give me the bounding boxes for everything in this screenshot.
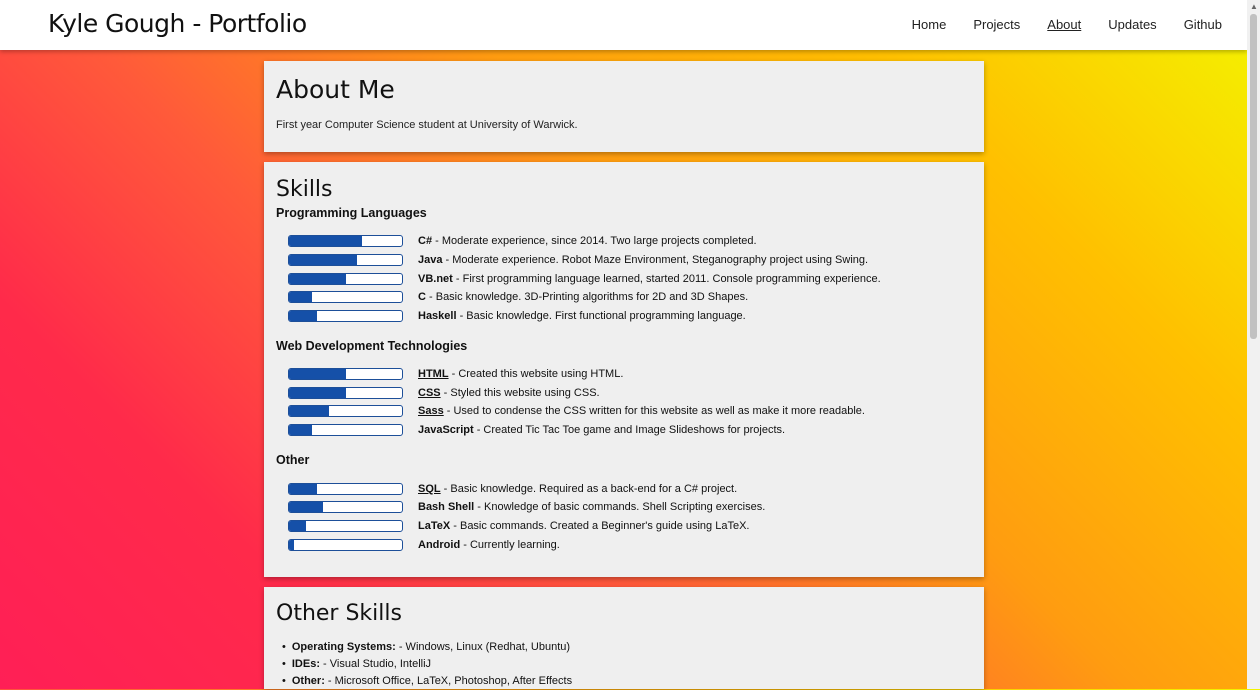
skill-desc: - Knowledge of basic commands. Shell Scr…: [474, 501, 766, 513]
skill-row: Haskell - Basic knowledge. First functio…: [288, 309, 746, 323]
nav-about[interactable]: About: [1047, 17, 1081, 32]
other-skills-list: Operating Systems: - Windows, Linux (Red…: [282, 639, 572, 690]
skill-level-fill: [289, 484, 318, 494]
skill-desc: - Basic knowledge. Required as a back-en…: [440, 483, 738, 495]
skill-level-bar: [288, 235, 403, 247]
list-item: Operating Systems: - Windows, Linux (Red…: [282, 639, 572, 656]
list-item: Other: - Microsoft Office, LaTeX, Photos…: [282, 673, 572, 690]
list-item: IDEs: - Visual Studio, IntelliJ: [282, 656, 572, 673]
page-scrollbar[interactable]: ▲: [1247, 0, 1260, 689]
skill-level-fill: [289, 274, 346, 284]
skills-group-heading: Other: [276, 453, 310, 467]
skill-desc: - Used to condense the CSS written for t…: [443, 405, 865, 417]
nav-home[interactable]: Home: [912, 17, 947, 32]
skill-row: Bash Shell - Knowledge of basic commands…: [288, 500, 765, 514]
skill-name: C: [418, 291, 426, 303]
item-label: Other:: [291, 675, 325, 687]
skill-desc: - Basic knowledge. 3D-Printing algorithm…: [425, 291, 749, 303]
skill-name: Haskell: [418, 310, 457, 322]
skill-row: Android - Currently learning.: [288, 538, 560, 552]
skill-name: C#: [418, 235, 433, 247]
scroll-up-icon[interactable]: ▲: [1250, 2, 1258, 11]
skills-title: Skills: [276, 177, 333, 202]
skill-level-bar: [288, 310, 403, 322]
other-skills-title: Other Skills: [276, 601, 402, 626]
skill-desc: - Currently learning.: [460, 539, 560, 551]
skill-level-bar: [288, 501, 403, 513]
skill-level-fill: [289, 369, 346, 379]
skill-level-bar: [288, 368, 403, 380]
skill-row: Sass - Used to condense the CSS written …: [288, 404, 865, 418]
skill-level-fill: [289, 521, 306, 531]
skill-level-fill: [289, 425, 312, 435]
skill-level-bar: [288, 424, 403, 436]
skill-row: SQL - Basic knowledge. Required as a bac…: [288, 482, 737, 496]
skill-level-fill: [289, 388, 346, 398]
skills-group-heading: Web Development Technologies: [276, 339, 468, 353]
skill-desc: - First programming language learned, st…: [452, 273, 881, 285]
about-title: About Me: [276, 75, 395, 104]
skill-level-bar: [288, 539, 403, 551]
nav-updates[interactable]: Updates: [1108, 17, 1156, 32]
skills-card: Skills Programming Languages C# - Modera…: [264, 162, 984, 577]
nav-projects[interactable]: Projects: [973, 17, 1020, 32]
top-navbar: Kyle Gough - Portfolio Home Projects Abo…: [0, 0, 1247, 50]
skill-level-bar: [288, 291, 403, 303]
skill-level-fill: [289, 255, 357, 265]
skill-level-fill: [289, 540, 294, 550]
skill-row: JavaScript - Created Tic Tac Toe game an…: [288, 423, 785, 437]
skill-name: Android: [418, 539, 461, 551]
nav-github[interactable]: Github: [1184, 17, 1222, 32]
skill-name: Bash Shell: [418, 501, 475, 513]
other-skills-card: Other Skills Operating Systems: - Window…: [264, 587, 984, 689]
skill-name: JavaScript: [418, 424, 474, 436]
skill-name-link[interactable]: SQL: [418, 483, 441, 495]
skill-row: HTML - Created this website using HTML.: [288, 367, 623, 381]
item-text: - Windows, Linux (Redhat, Ubuntu): [395, 641, 571, 653]
item-text: - Visual Studio, IntelliJ: [319, 658, 432, 670]
skill-level-bar: [288, 387, 403, 399]
skill-name: LaTeX: [418, 520, 451, 532]
nav-menu: Home Projects About Updates Github: [912, 17, 1222, 32]
skill-desc: - Created this website using HTML.: [448, 368, 624, 380]
about-text: First year Computer Science student at U…: [276, 119, 578, 131]
skill-row: VB.net - First programming language lear…: [288, 272, 881, 286]
skill-name-link[interactable]: HTML: [418, 368, 449, 380]
item-label: Operating Systems:: [291, 641, 396, 653]
skill-level-fill: [289, 292, 312, 302]
skill-desc: - Created Tic Tac Toe game and Image Sli…: [473, 424, 786, 436]
skill-name: Java: [418, 254, 443, 266]
skill-level-bar: [288, 405, 403, 417]
skill-desc: - Styled this website using CSS.: [440, 387, 600, 399]
skill-name-link[interactable]: Sass: [418, 405, 444, 417]
skill-level-fill: [289, 406, 329, 416]
skill-row: C# - Moderate experience, since 2014. Tw…: [288, 234, 757, 248]
site-brand[interactable]: Kyle Gough - Portfolio: [48, 9, 307, 38]
skill-row: Java - Moderate experience. Robot Maze E…: [288, 253, 868, 267]
item-text: - Microsoft Office, LaTeX, Photoshop, Af…: [324, 675, 573, 687]
item-label: IDEs:: [291, 658, 320, 670]
skill-level-bar: [288, 273, 403, 285]
skill-level-fill: [289, 311, 318, 321]
skill-row: CSS - Styled this website using CSS.: [288, 386, 600, 400]
skill-name: VB.net: [418, 273, 453, 285]
skill-level-bar: [288, 483, 403, 495]
skill-name-link[interactable]: CSS: [418, 387, 441, 399]
skill-desc: - Basic commands. Created a Beginner's g…: [450, 520, 750, 532]
skills-group-heading: Programming Languages: [276, 206, 427, 220]
skill-row: LaTeX - Basic commands. Created a Beginn…: [288, 519, 749, 533]
skill-level-fill: [289, 236, 363, 246]
skill-level-bar: [288, 520, 403, 532]
skill-level-fill: [289, 502, 323, 512]
scrollbar-thumb[interactable]: [1250, 14, 1257, 339]
skill-desc: - Moderate experience, since 2014. Two l…: [432, 235, 757, 247]
skill-level-bar: [288, 254, 403, 266]
skill-row: C - Basic knowledge. 3D-Printing algorit…: [288, 290, 748, 304]
skill-desc: - Moderate experience. Robot Maze Enviro…: [442, 254, 869, 266]
about-card: About Me First year Computer Science stu…: [264, 61, 984, 152]
skill-desc: - Basic knowledge. First functional prog…: [456, 310, 746, 322]
